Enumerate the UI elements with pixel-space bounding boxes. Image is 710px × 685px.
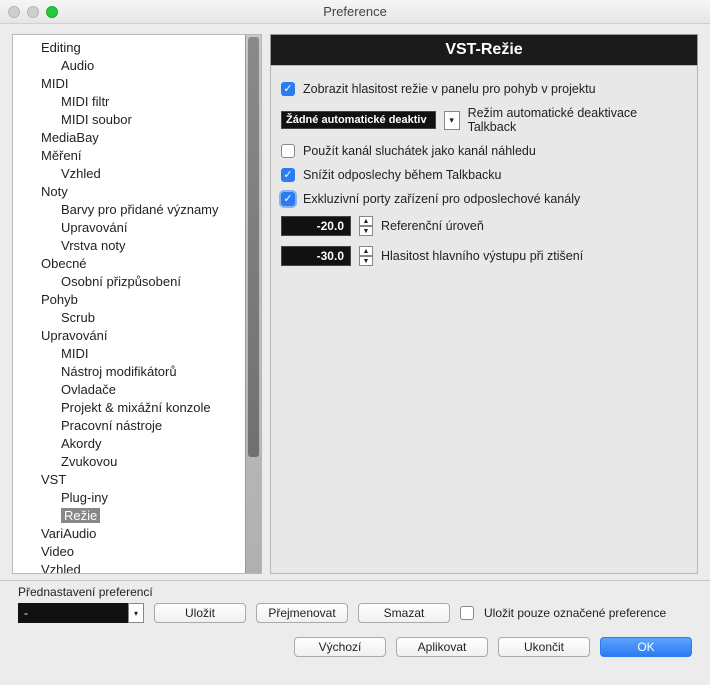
category-tree-wrap: EditingAudioMIDIMIDI filtrMIDI souborMed… — [12, 34, 262, 574]
cancel-button[interactable]: Ukončit — [498, 637, 590, 657]
chk-exclusive-ports[interactable] — [281, 192, 295, 206]
lbl-dim-talkback: Snížit odposlechy během Talkbacku — [303, 168, 502, 182]
tree-item[interactable]: Zvukovou — [13, 453, 245, 471]
spin-down-icon[interactable]: ▼ — [359, 226, 373, 236]
tree-item[interactable]: VariAudio — [13, 525, 245, 543]
tree-item[interactable]: Pohyb — [13, 291, 245, 309]
preset-selector[interactable]: - — [18, 603, 128, 623]
tree-item[interactable]: Akordy — [13, 435, 245, 453]
lbl-ref-level: Referenční úroveň — [381, 219, 484, 233]
preset-dropdown-icon[interactable]: ▾ — [128, 603, 144, 623]
lbl-save-only-marked: Uložit pouze označené preference — [484, 606, 666, 620]
tree-item[interactable]: MIDI soubor — [13, 111, 245, 129]
tree-item[interactable]: MediaBay — [13, 129, 245, 147]
presets-section: Přednastavení preferencí - ▾ Uložit Přej… — [0, 580, 710, 631]
tree-item[interactable]: Obecné — [13, 255, 245, 273]
spin-up-icon[interactable]: ▲ — [359, 216, 373, 226]
lbl-talkback-mode: Režim automatické deaktivace Talkback — [468, 106, 687, 134]
main-volume-spinner[interactable]: ▲ ▼ — [359, 246, 373, 266]
scrollbar-thumb[interactable] — [248, 37, 259, 457]
tree-scrollbar[interactable] — [245, 35, 261, 573]
defaults-button[interactable]: Výchozí — [294, 637, 386, 657]
tree-item[interactable]: Projekt & mixážní konzole — [13, 399, 245, 417]
presets-label: Přednastavení preferencí — [18, 585, 692, 599]
rename-preset-button[interactable]: Přejmenovat — [256, 603, 348, 623]
chk-show-volume[interactable] — [281, 82, 295, 96]
talkback-mode-dropdown[interactable]: Žádné automatické deaktiv — [281, 111, 436, 129]
tree-item[interactable]: Pracovní nástroje — [13, 417, 245, 435]
spin-down-icon[interactable]: ▼ — [359, 256, 373, 266]
tree-item[interactable]: Nástroj modifikátorů — [13, 363, 245, 381]
tree-item[interactable]: Video — [13, 543, 245, 561]
tree-item[interactable]: Audio — [13, 57, 245, 75]
chk-dim-talkback[interactable] — [281, 168, 295, 182]
chk-save-only-marked[interactable] — [460, 606, 474, 620]
dropdown-toggle-icon[interactable]: ▾ — [444, 111, 460, 130]
dialog-buttons: Výchozí Aplikovat Ukončit OK — [0, 631, 710, 669]
tree-item[interactable]: Osobní přizpůsobení — [13, 273, 245, 291]
pane-header: VST-Režie — [270, 34, 698, 65]
tree-item[interactable]: Barvy pro přidané významy — [13, 201, 245, 219]
lbl-exclusive-ports: Exkluzivní porty zařízení pro odposlecho… — [303, 192, 580, 206]
tree-item[interactable]: Ovladače — [13, 381, 245, 399]
window-title: Preference — [0, 4, 710, 19]
tree-item[interactable]: Editing — [13, 39, 245, 57]
ok-button[interactable]: OK — [600, 637, 692, 657]
main-volume-value[interactable]: -30.0 — [281, 246, 351, 266]
tree-item[interactable]: Noty — [13, 183, 245, 201]
tree-item[interactable]: Režie — [13, 507, 245, 525]
tree-item[interactable]: Plug-iny — [13, 489, 245, 507]
tree-item[interactable]: Vrstva noty — [13, 237, 245, 255]
delete-preset-button[interactable]: Smazat — [358, 603, 450, 623]
tree-item[interactable]: MIDI — [13, 75, 245, 93]
tree-item[interactable]: MIDI — [13, 345, 245, 363]
tree-item[interactable]: Scrub — [13, 309, 245, 327]
ref-level-spinner[interactable]: ▲ ▼ — [359, 216, 373, 236]
spin-up-icon[interactable]: ▲ — [359, 246, 373, 256]
tree-item[interactable]: Upravování — [13, 327, 245, 345]
save-preset-button[interactable]: Uložit — [154, 603, 246, 623]
lbl-headphone-preview: Použít kanál sluchátek jako kanál náhled… — [303, 144, 536, 158]
lbl-show-volume: Zobrazit hlasitost režie v panelu pro po… — [303, 82, 596, 96]
tree-item[interactable]: Měření — [13, 147, 245, 165]
ref-level-value[interactable]: -20.0 — [281, 216, 351, 236]
category-tree[interactable]: EditingAudioMIDIMIDI filtrMIDI souborMed… — [13, 35, 245, 573]
tree-item[interactable]: Upravování — [13, 219, 245, 237]
titlebar: Preference — [0, 0, 710, 24]
chk-headphone-preview[interactable] — [281, 144, 295, 158]
tree-item[interactable]: VST — [13, 471, 245, 489]
pane-body: Zobrazit hlasitost režie v panelu pro po… — [270, 65, 698, 574]
tree-item[interactable]: MIDI filtr — [13, 93, 245, 111]
tree-item[interactable]: Vzhled — [13, 165, 245, 183]
tree-item[interactable]: Vzhled — [13, 561, 245, 573]
lbl-main-volume: Hlasitost hlavního výstupu při ztišení — [381, 249, 583, 263]
apply-button[interactable]: Aplikovat — [396, 637, 488, 657]
